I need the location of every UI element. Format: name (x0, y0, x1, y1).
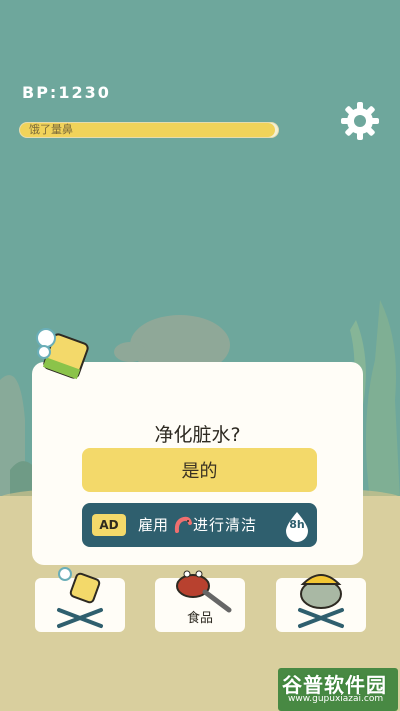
worker-fish-icon (298, 574, 344, 628)
status-bar-label: 饿了量鼻 (29, 123, 73, 136)
settings-gear-icon[interactable] (339, 100, 381, 142)
status-bar: 饿了量鼻 (19, 122, 279, 138)
sponge-bubbles-icon (36, 328, 89, 380)
ad-text-hire: 雇用 (138, 516, 169, 534)
bp-counter: BP:1230 (22, 83, 111, 102)
game-scene: BP:1230 饿了量鼻 净化脏水? 是的 AD 雇用 进行清洁 8h 食品 谷… (0, 0, 400, 711)
ad-badge: AD (92, 514, 126, 536)
worker-slot[interactable] (276, 574, 366, 632)
dialog-prompt: 净化脏水? (154, 424, 241, 446)
timer-label: 8h (289, 518, 305, 531)
sponge-slot[interactable] (35, 567, 125, 632)
hire-cleaner-ad-button[interactable]: AD 雇用 进行清洁 8h (82, 503, 317, 547)
yes-button[interactable]: 是的 (82, 448, 317, 492)
sponge-icon (57, 567, 103, 628)
watermark-url: www.gupuxiazai.com (288, 694, 384, 704)
ad-text-clean: 进行清洁 (193, 516, 258, 534)
food-slot[interactable]: 食品 (155, 570, 245, 632)
slot-label-food: 食品 (186, 611, 213, 626)
shrimp-icon (174, 516, 192, 533)
